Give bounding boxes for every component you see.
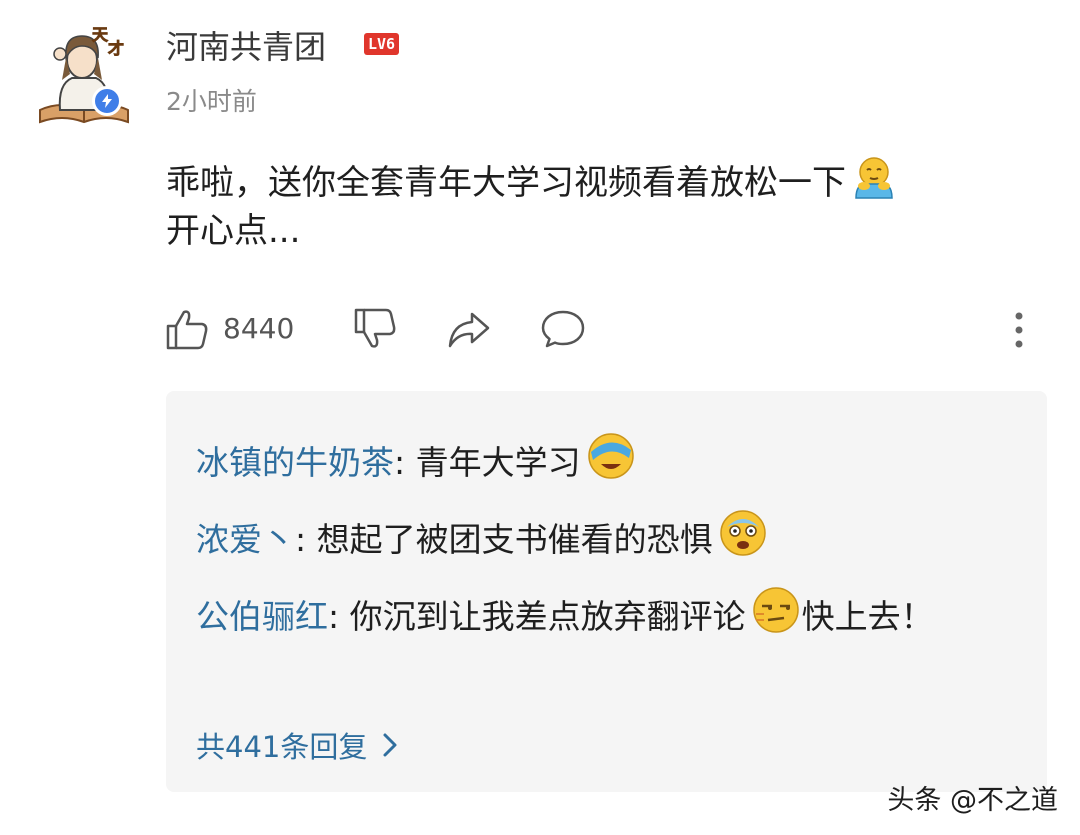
view-more-replies-link[interactable]: 共441条回复 (196, 724, 399, 766)
like-count: 8440 (223, 312, 295, 345)
level-badge: LV6 (364, 33, 400, 55)
reply-author[interactable]: 冰镇的牛奶茶 (196, 443, 394, 482)
comment-body: 乖啦，送你全套青年大学习视频看着放松一下 开心点... (166, 154, 1036, 255)
more-vertical-icon[interactable] (1008, 310, 1030, 350)
comment-text: 乖啦，送你全套青年大学习视频看着放松一下 (166, 163, 846, 203)
svg-text:天: 天 (92, 25, 109, 44)
facepalm-laugh-emoji-icon (587, 433, 634, 479)
reply-text-after: 快上去！ (801, 597, 934, 636)
reply-text: 你沉到让我差点放弃翻评论 (349, 597, 746, 636)
reply-item[interactable]: 冰镇的牛奶茶: 青年大学习 (196, 428, 996, 498)
smug-emoji-icon (752, 587, 799, 633)
chevron-right-icon (383, 733, 397, 757)
avatar[interactable]: 天 才 (36, 18, 132, 130)
scared-emoji-icon (719, 510, 766, 556)
share-icon[interactable] (446, 306, 492, 352)
comment-time: 2小时前 (166, 87, 257, 116)
like-icon[interactable] (164, 306, 210, 352)
watermark: 头条 @不之道 (887, 785, 1058, 816)
reply-item[interactable]: 公伯骊红: 你沉到让我差点放弃翻评论 快上去！ (196, 582, 996, 652)
comment-text-2: 开心点... (166, 211, 301, 251)
reply-text: 青年大学习 (415, 443, 581, 482)
reply-text: 想起了被团支书催看的恐惧 (316, 520, 713, 559)
reply-item[interactable]: 浓爱丶: 想起了被团支书催看的恐惧 (196, 505, 996, 575)
reply-author[interactable]: 浓爱丶 (196, 520, 295, 559)
view-more-replies-label: 共441条回复 (196, 730, 368, 764)
author-name[interactable]: 河南共青团 (166, 22, 326, 68)
verified-icon (92, 86, 122, 116)
svg-text:才: 才 (108, 39, 124, 58)
dislike-icon[interactable] (352, 306, 398, 352)
comment-icon[interactable] (540, 306, 586, 352)
hug-emoji-icon (855, 157, 893, 199)
reply-author[interactable]: 公伯骊红 (196, 597, 328, 636)
